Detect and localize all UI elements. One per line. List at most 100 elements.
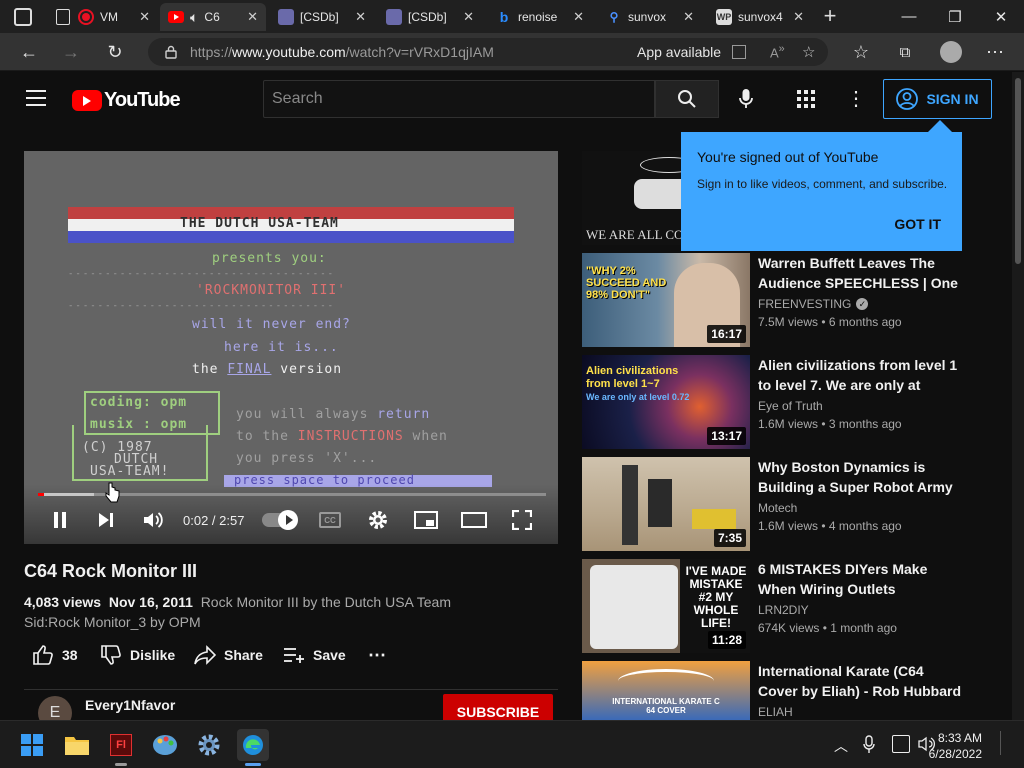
search-button[interactable] xyxy=(655,80,719,118)
recommendation-title[interactable]: Alien civilizations from level 1 to leve… xyxy=(758,355,962,395)
app-available-label[interactable]: App available xyxy=(637,44,721,60)
apps-grid-icon[interactable] xyxy=(797,90,815,108)
channel-name[interactable]: Every1Nfavor xyxy=(85,697,175,713)
c64-line: you will always return xyxy=(236,407,430,422)
speaker-icon[interactable]: 🔈︎ xyxy=(190,9,198,26)
share-icon xyxy=(194,645,216,665)
share-button[interactable]: Share xyxy=(194,644,263,666)
dislike-label: Dislike xyxy=(130,647,176,663)
thumbs-up-icon xyxy=(33,645,53,665)
settings-gear-icon[interactable] xyxy=(193,729,225,761)
captions-button[interactable]: CC xyxy=(316,508,344,532)
show-desktop-button[interactable] xyxy=(1000,731,1014,755)
address-bar[interactable]: https://www.youtube.com/watch?v=rVRxD1qj… xyxy=(148,38,828,66)
recommendation-item[interactable]: 7:35 Why Boston Dynamics is Building a S… xyxy=(582,457,982,552)
system-clock[interactable]: 8:33 AM 6/28/2022 xyxy=(929,730,982,762)
recommendation-item[interactable]: INTERNATIONAL KARATE C 64 COVER Internat… xyxy=(582,661,982,720)
url-path: /watch?v=rVRxD1qjIAM xyxy=(345,44,494,60)
hamburger-menu-icon[interactable] xyxy=(26,90,46,106)
browser-tab-youtube[interactable]: 🔈︎ C6 ✕ xyxy=(160,3,266,31)
close-icon[interactable]: ✕ xyxy=(677,9,694,25)
person-silhouette-icon xyxy=(622,465,638,545)
sign-in-button[interactable]: SIGN IN xyxy=(883,79,992,119)
flash-app-icon[interactable]: Fl xyxy=(105,729,137,761)
save-button[interactable]: Save xyxy=(283,644,346,666)
recommendation-title[interactable]: Warren Buffett Leaves The Audience SPEEC… xyxy=(758,253,962,293)
tray-chevron-up-icon[interactable]: ︿ xyxy=(834,736,848,756)
theater-mode-button[interactable] xyxy=(460,508,488,532)
close-icon[interactable]: ✕ xyxy=(133,9,150,25)
paint-app-icon[interactable] xyxy=(149,729,181,761)
favorites-icon[interactable]: ☆ xyxy=(846,38,876,66)
browser-tab-vm[interactable]: VM ✕ xyxy=(48,3,158,31)
recommendation-title[interactable]: International Karate (C64 Cover by Eliah… xyxy=(758,661,962,701)
more-menu-icon[interactable]: ⋯ xyxy=(980,38,1010,66)
forward-icon[interactable]: → xyxy=(56,38,86,66)
autoplay-toggle[interactable] xyxy=(262,510,298,530)
description-line: Sid:Rock Monitor_3 by OPM xyxy=(24,614,201,630)
dislike-button[interactable]: Dislike xyxy=(100,644,175,666)
add-favorite-icon[interactable]: ☆ xyxy=(802,43,815,61)
miniplayer-button[interactable] xyxy=(412,508,440,532)
restore-icon[interactable]: ❐ xyxy=(932,0,978,33)
microphone-icon[interactable] xyxy=(738,88,754,110)
tray-network-icon[interactable] xyxy=(892,735,910,753)
recommendation-item[interactable]: "WHY 2% SUCCEED AND 98% DON'T" 16:17 War… xyxy=(582,253,982,348)
read-aloud-icon[interactable]: A» xyxy=(770,43,785,60)
page-scrollbar[interactable] xyxy=(1012,72,1024,720)
tab-actions-icon[interactable] xyxy=(14,8,32,26)
browser-tab-csdb-2[interactable]: [CSDb] ✕ xyxy=(378,3,482,31)
back-icon[interactable]: ← xyxy=(14,38,44,66)
close-icon[interactable]: ✕ xyxy=(241,9,258,25)
minimize-icon[interactable]: — xyxy=(886,0,932,33)
recommendation-channel[interactable]: FREENVESTING ✓ xyxy=(758,297,869,311)
close-icon[interactable]: ✕ xyxy=(567,9,584,25)
windows-start-icon[interactable] xyxy=(16,729,48,761)
browser-tab-sunvox[interactable]: ⚲ sunvox ✕ xyxy=(598,3,702,31)
window-close-icon[interactable]: ✕ xyxy=(978,0,1024,33)
video-thumbnail[interactable]: I'VE MADE MISTAKE #2 MY WHOLE LIFE! 11:2… xyxy=(582,559,750,653)
recommendation-item[interactable]: Alien civilizations from level 1~7 We ar… xyxy=(582,355,982,450)
view-count: 4,083 views xyxy=(24,594,102,610)
close-icon[interactable]: ✕ xyxy=(349,9,366,25)
new-tab-icon[interactable]: + xyxy=(818,4,842,28)
pause-button[interactable] xyxy=(46,508,74,532)
settings-button[interactable] xyxy=(364,508,392,532)
video-thumbnail[interactable]: Alien civilizations from level 1~7 We ar… xyxy=(582,355,750,449)
next-button[interactable] xyxy=(92,508,120,532)
c64-line: the FINAL version xyxy=(192,362,342,377)
more-actions-icon[interactable]: ⋯ xyxy=(368,644,386,666)
browser-tab-csdb-1[interactable]: [CSDb] ✕ xyxy=(270,3,374,31)
recommendation-channel[interactable]: Motech xyxy=(758,501,797,515)
recommendation-channel[interactable]: ELIAH xyxy=(758,705,793,719)
profile-avatar-icon[interactable] xyxy=(940,41,962,63)
browser-tab-sunvox4[interactable]: WP sunvox4 ✕ xyxy=(708,3,812,31)
recommendation-title[interactable]: 6 MISTAKES DIYers Make When Wiring Outle… xyxy=(758,559,962,599)
search-input[interactable]: Search xyxy=(263,80,655,118)
refresh-icon[interactable]: ↻ xyxy=(100,38,130,66)
fullscreen-button[interactable] xyxy=(508,508,536,532)
like-button[interactable]: 38 xyxy=(32,644,78,666)
recommendation-channel[interactable]: LRN2DIY xyxy=(758,603,809,617)
settings-dots-icon[interactable]: ⋮ xyxy=(846,88,866,110)
mouse-cursor-icon xyxy=(105,482,120,503)
video-thumbnail[interactable]: "WHY 2% SUCCEED AND 98% DON'T" 16:17 xyxy=(582,253,750,347)
browser-tab-renoise[interactable]: b renoise ✕ xyxy=(488,3,592,31)
volume-button[interactable] xyxy=(139,508,167,532)
recommendation-title[interactable]: Why Boston Dynamics is Building a Super … xyxy=(758,457,962,497)
recommendation-item[interactable]: I'VE MADE MISTAKE #2 MY WHOLE LIFE! 11:2… xyxy=(582,559,982,654)
edge-browser-icon[interactable] xyxy=(237,729,269,761)
video-thumbnail[interactable]: 7:35 xyxy=(582,457,750,551)
scrollbar-thumb[interactable] xyxy=(1015,78,1021,264)
close-icon[interactable]: ✕ xyxy=(787,9,804,25)
recommendation-channel[interactable]: Eye of Truth xyxy=(758,399,823,413)
tray-microphone-icon[interactable] xyxy=(862,735,876,755)
youtube-logo[interactable]: YouTube xyxy=(72,89,181,112)
close-icon[interactable]: ✕ xyxy=(457,9,474,25)
video-thumbnail[interactable]: INTERNATIONAL KARATE C 64 COVER xyxy=(582,661,750,720)
got-it-button[interactable]: GOT IT xyxy=(894,216,941,232)
file-explorer-icon[interactable] xyxy=(61,729,93,761)
app-install-icon[interactable] xyxy=(732,45,746,59)
collections-icon[interactable]: ⧉ xyxy=(890,38,920,66)
wp-icon: WP xyxy=(716,9,732,25)
